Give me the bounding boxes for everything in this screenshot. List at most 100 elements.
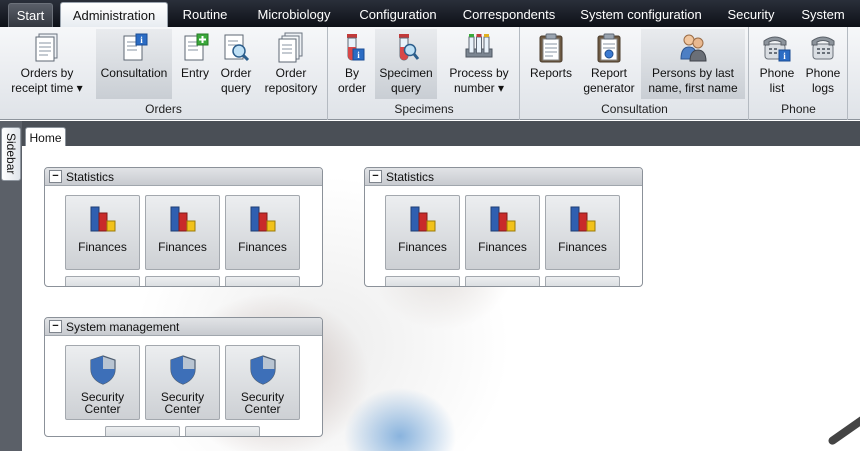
document-add-icon	[184, 33, 209, 61]
sidebar-tab[interactable]: Sidebar	[1, 127, 21, 181]
tile-label: Finances	[558, 240, 607, 254]
panel-title: Statistics	[66, 169, 115, 184]
orders-by-receipt-time-button[interactable]: Orders by receipt time ▾	[4, 29, 90, 99]
tab-administration[interactable]: Administration	[60, 2, 168, 27]
consultation-button[interactable]: i Consultation	[96, 29, 172, 99]
finances-tile[interactable]: Finances	[465, 195, 540, 270]
statistics-panel: − Statistics Finances Finances Finances	[44, 167, 323, 287]
tile-label: Finances	[478, 240, 527, 254]
tile-label: Finances	[238, 240, 287, 254]
phone-logs-button[interactable]: Phone logs	[802, 29, 844, 99]
background-photo-detail	[826, 393, 860, 447]
security-center-tile[interactable]: Security Center	[65, 345, 140, 420]
ribbon-group-orders-label: Orders	[145, 102, 182, 116]
reports-button[interactable]: Reports	[525, 29, 577, 99]
finances-tile[interactable]: Finances	[65, 195, 140, 270]
collapse-button[interactable]: −	[369, 170, 382, 183]
bar-chart-icon	[570, 206, 595, 232]
document-info-icon: i	[123, 33, 148, 61]
specimen-query-label: Specimen query	[379, 66, 433, 95]
persons-icon	[680, 34, 707, 62]
tab-security[interactable]: Security	[720, 2, 782, 27]
tab-routine[interactable]: Routine	[172, 2, 238, 27]
tile-partial[interactable]	[545, 276, 620, 286]
statistics-panel-header: − Statistics	[365, 168, 642, 186]
ribbon-group-specimens-label: Specimens	[394, 102, 454, 116]
test-tube-rack-icon	[465, 34, 493, 58]
entry-label: Entry	[180, 66, 209, 80]
main-menu-bar: Start Administration Routine Microbiolog…	[0, 0, 860, 27]
tile-partial[interactable]	[65, 276, 140, 286]
document-stack-icon	[278, 32, 303, 63]
ribbon-group-consultation-label: Consultation	[601, 102, 668, 116]
ribbon-group-consultation: Reports Report generator Persons by last…	[521, 27, 749, 120]
panel-title: System management	[66, 319, 180, 334]
ribbon-group-orders: Orders by receipt time ▾ i Consultation …	[0, 27, 328, 120]
collapse-button[interactable]: −	[49, 170, 62, 183]
phone-info-icon: i	[763, 36, 791, 62]
tile-label: Security Center	[160, 390, 205, 416]
report-generator-label: Report generator	[583, 66, 635, 95]
finances-tile[interactable]: Finances	[545, 195, 620, 270]
bar-chart-icon	[90, 206, 115, 232]
finances-tile[interactable]: Finances	[145, 195, 220, 270]
process-by-number-button[interactable]: Process by number ▾	[443, 29, 515, 99]
bar-chart-icon	[250, 206, 275, 232]
bar-chart-icon	[490, 206, 515, 232]
tab-start[interactable]: Start	[8, 3, 53, 27]
phone-list-label: Phone list	[759, 66, 795, 95]
collapse-button[interactable]: −	[49, 320, 62, 333]
tile-label: Finances	[78, 240, 127, 254]
entry-button[interactable]: Entry	[175, 29, 215, 99]
orders-by-receipt-time-label: Orders by receipt time ▾	[11, 66, 83, 95]
ribbon: Orders by receipt time ▾ i Consultation …	[0, 27, 860, 120]
home-canvas: − Statistics Finances Finances Finances …	[22, 146, 860, 451]
consultation-label: Consultation	[100, 66, 168, 80]
persons-by-name-button[interactable]: Persons by last name, first name	[641, 29, 745, 99]
tile-partial[interactable]	[465, 276, 540, 286]
system-management-panel: − System management Security Center Secu…	[44, 317, 323, 437]
order-query-button[interactable]: Order query	[216, 29, 256, 99]
tile-label: Finances	[158, 240, 207, 254]
tab-correspondents[interactable]: Correspondents	[458, 2, 560, 27]
finances-tile[interactable]: Finances	[385, 195, 460, 270]
sidebar-strip: Sidebar	[0, 121, 22, 451]
tab-home[interactable]: Home	[25, 127, 66, 147]
specimen-query-button[interactable]: Specimen query	[375, 29, 437, 99]
panel-title: Statistics	[386, 169, 435, 184]
tile-partial[interactable]	[225, 276, 300, 286]
statistics-panel-header: − Statistics	[45, 168, 322, 186]
tab-system[interactable]: System	[794, 2, 852, 27]
tab-microbiology[interactable]: Microbiology	[247, 2, 341, 27]
order-repository-label: Order repository	[264, 66, 318, 95]
phone-icon	[811, 36, 835, 60]
reports-label: Reports	[529, 66, 573, 80]
security-center-tile[interactable]: Security Center	[145, 345, 220, 420]
tile-partial[interactable]	[105, 426, 180, 436]
tile-partial[interactable]	[385, 276, 460, 286]
order-repository-button[interactable]: Order repository	[258, 29, 324, 99]
by-order-label: By order	[337, 66, 366, 95]
tab-system-configuration[interactable]: System configuration	[574, 2, 708, 27]
tile-label: Finances	[398, 240, 447, 254]
ribbon-group-phone-label: Phone	[781, 102, 816, 116]
tab-configuration[interactable]: Configuration	[352, 2, 444, 27]
tile-partial[interactable]	[145, 276, 220, 286]
phone-list-button[interactable]: i Phone list	[754, 29, 800, 99]
document-search-icon	[224, 34, 250, 62]
ribbon-group-specimens: i By order Specimen query Process by num…	[329, 27, 520, 120]
tile-partial[interactable]	[185, 426, 260, 436]
ribbon-group-phone: i Phone list Phone logs Phone	[750, 27, 848, 120]
clipboard-icon	[539, 33, 563, 63]
order-query-label: Order query	[220, 66, 252, 95]
bar-chart-icon	[410, 206, 435, 232]
by-order-button[interactable]: i By order	[335, 29, 369, 99]
test-tube-search-icon	[399, 34, 420, 61]
finances-tile[interactable]: Finances	[225, 195, 300, 270]
document-area: Home − Statistics Finances Finances Fina…	[22, 127, 860, 451]
security-center-tile[interactable]: Security Center	[225, 345, 300, 420]
clipboard-gear-icon	[597, 33, 621, 63]
report-generator-button[interactable]: Report generator	[581, 29, 637, 99]
system-management-panel-header: − System management	[45, 318, 322, 336]
tile-label: Security Center	[80, 390, 125, 416]
